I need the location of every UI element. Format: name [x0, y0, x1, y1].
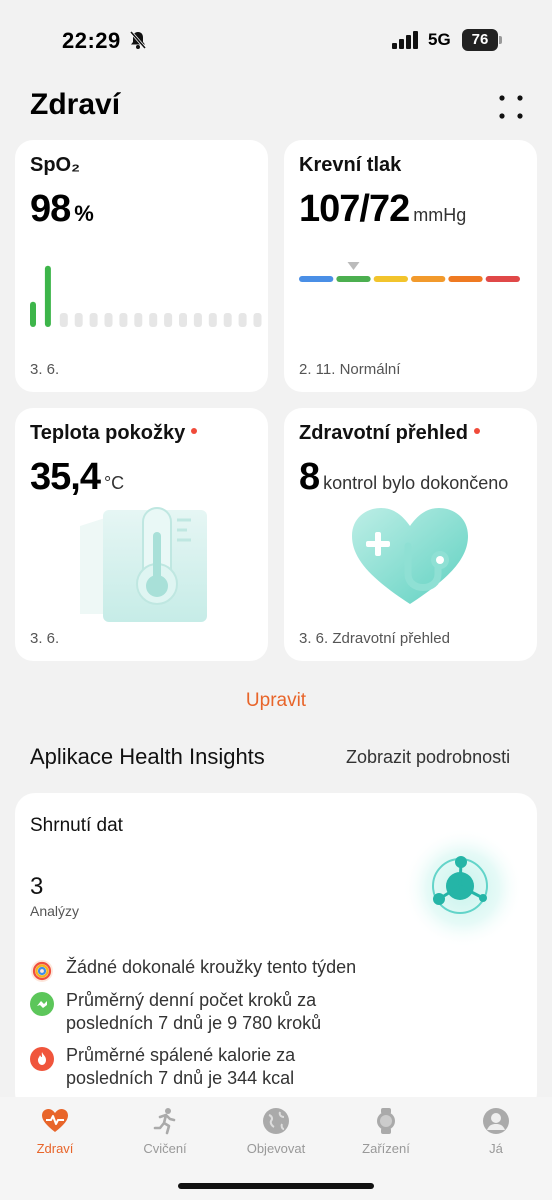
health-overview-value: 8 [299, 456, 320, 498]
bp-unit: mmHg [413, 205, 467, 225]
spo2-empty-bar [104, 313, 113, 327]
spo2-empty-bar [208, 313, 217, 327]
spo2-date: 3. 6. [30, 361, 60, 378]
insight-text: Průměrný denní počet kroků za posledních… [66, 990, 322, 1033]
watch-icon [377, 1108, 395, 1134]
spo2-unit: % [74, 201, 94, 226]
view-details-link[interactable]: Zobrazit podrobnosti [346, 747, 552, 768]
network-type: 5G [428, 30, 451, 49]
insight-item-calories: Průměrné spálené kalorie za posledních 7… [30, 1044, 386, 1090]
spo2-empty-bar [223, 313, 232, 327]
insight-item-rings: Žádné dokonalé kroužky tento týden [30, 956, 386, 983]
spo2-empty-bar [238, 313, 247, 327]
spo2-empty-bar [134, 313, 143, 327]
battery-indicator: 76 [462, 29, 502, 51]
bp-scale-segment [373, 276, 408, 282]
data-summary-card[interactable]: Shrnutí dat 3 Analýzy Žádné dokonalé kro… [15, 793, 537, 1113]
health-overview-unit: kontrol bylo dokončeno [323, 473, 509, 493]
profile-icon [483, 1108, 509, 1134]
bp-scale-segment [336, 276, 371, 282]
spo2-empty-bar [179, 313, 187, 327]
tab-label: Objevovat [246, 1141, 306, 1156]
spo2-empty-bar [74, 313, 83, 327]
spo2-empty-bar [89, 313, 98, 327]
bp-value-wrap: 107/72 mmHg [299, 188, 466, 231]
bp-card-title: Krevní tlak [299, 154, 402, 176]
summary-title: Shrnutí dat [30, 815, 123, 836]
tab-label: Cvičení [143, 1141, 187, 1156]
thermometer-illustration-icon [80, 507, 207, 622]
skin-temperature-card[interactable]: Teplota pokožky 35,4 °C 3. 6. [15, 408, 268, 661]
status-time: 22:29 [62, 28, 121, 53]
insight-text: Průměrné spálené kalorie za posledních 7… [66, 1045, 296, 1088]
spo2-empty-bar [149, 313, 158, 327]
bp-marker [347, 262, 360, 270]
home-indicator [178, 1183, 374, 1189]
bp-value: 107/72 [299, 188, 410, 230]
heart-stethoscope-illustration-icon [352, 508, 468, 604]
more-options-icon[interactable] [498, 94, 524, 120]
bp-scale-segment [411, 276, 446, 282]
spo2-mini-chart [30, 265, 262, 327]
tab-zdravi[interactable]: Zdraví [0, 1107, 110, 1156]
bell-muted-icon [129, 31, 147, 49]
tab-zarizeni[interactable]: Zařízení [331, 1107, 441, 1156]
skin-temp-value-wrap: 35,4 °C [30, 456, 124, 499]
steps-icon [30, 992, 54, 1016]
spo2-value: 98 [30, 188, 71, 230]
health-overview-title-wrap: Zdravotní přehled [299, 422, 480, 445]
heart-pulse-icon [42, 1109, 68, 1132]
tab-cviceni[interactable]: Cvičení [110, 1107, 220, 1156]
bp-scale-segment [299, 276, 334, 282]
health-overview-card[interactable]: Zdravotní přehled 8 kontrol bylo dokončen… [284, 408, 537, 661]
spo2-bar [44, 265, 51, 327]
skin-temp-value: 35,4 [30, 456, 101, 498]
tab-ja[interactable]: Já [441, 1107, 551, 1156]
spo2-card[interactable]: SpO₂ 98% 3. 6. [15, 140, 268, 392]
new-dot-indicator [191, 427, 198, 434]
status-bar: 22:29 5G 76 [0, 0, 552, 80]
insights-network-icon [403, 828, 523, 948]
spo2-value-wrap: 98% [30, 188, 94, 231]
spo2-bar [30, 301, 36, 327]
insights-section-title: Aplikace Health Insights [30, 744, 265, 769]
bp-category-scale [299, 262, 520, 282]
blood-pressure-card[interactable]: Krevní tlak 107/72 mmHg 2. 11. Normální [284, 140, 537, 392]
bp-scale-segment [448, 276, 483, 282]
skin-temp-title-wrap: Teplota pokožky [30, 422, 198, 445]
health-overview-title: Zdravotní přehled [299, 422, 468, 444]
tab-label: Já [489, 1141, 503, 1156]
bp-scale-segment [485, 276, 520, 282]
tab-label: Zdraví [36, 1141, 74, 1156]
spo2-empty-bar [164, 313, 173, 327]
spo2-card-title: SpO₂ [30, 154, 80, 176]
cellular-signal-icon [392, 31, 418, 49]
tab-objevovat[interactable]: Objevovat [221, 1107, 331, 1156]
spo2-empty-bar [193, 313, 202, 327]
health-overview-value-wrap: 8 kontrol bylo dokončeno [299, 456, 508, 499]
edit-cards-button[interactable]: Upravit [0, 690, 552, 712]
spo2-empty-bar [59, 313, 68, 327]
skin-temp-unit: °C [103, 473, 125, 493]
bp-footer: 2. 11. Normální [299, 361, 401, 378]
spo2-empty-bar [253, 313, 262, 327]
spo2-empty-bar [119, 313, 128, 327]
insight-item-steps: Průměrný denní počet kroků za posledních… [30, 989, 386, 1035]
tab-label: Zařízení [362, 1141, 410, 1156]
running-icon [153, 1108, 176, 1135]
health-overview-footer: 3. 6. Zdravotní přehled [299, 630, 450, 647]
rings-icon [31, 960, 53, 982]
flame-icon [30, 1047, 54, 1071]
analysis-count-label: Analýzy [30, 903, 80, 919]
page-title: Zdraví [30, 88, 121, 121]
globe-icon [263, 1108, 289, 1134]
skin-temp-date: 3. 6. [30, 630, 60, 647]
skin-temp-title: Teplota pokožky [30, 422, 186, 444]
insight-text: Žádné dokonalé kroužky tento týden [66, 957, 357, 977]
new-dot-indicator [473, 427, 480, 434]
analysis-count: 3 [30, 873, 44, 900]
